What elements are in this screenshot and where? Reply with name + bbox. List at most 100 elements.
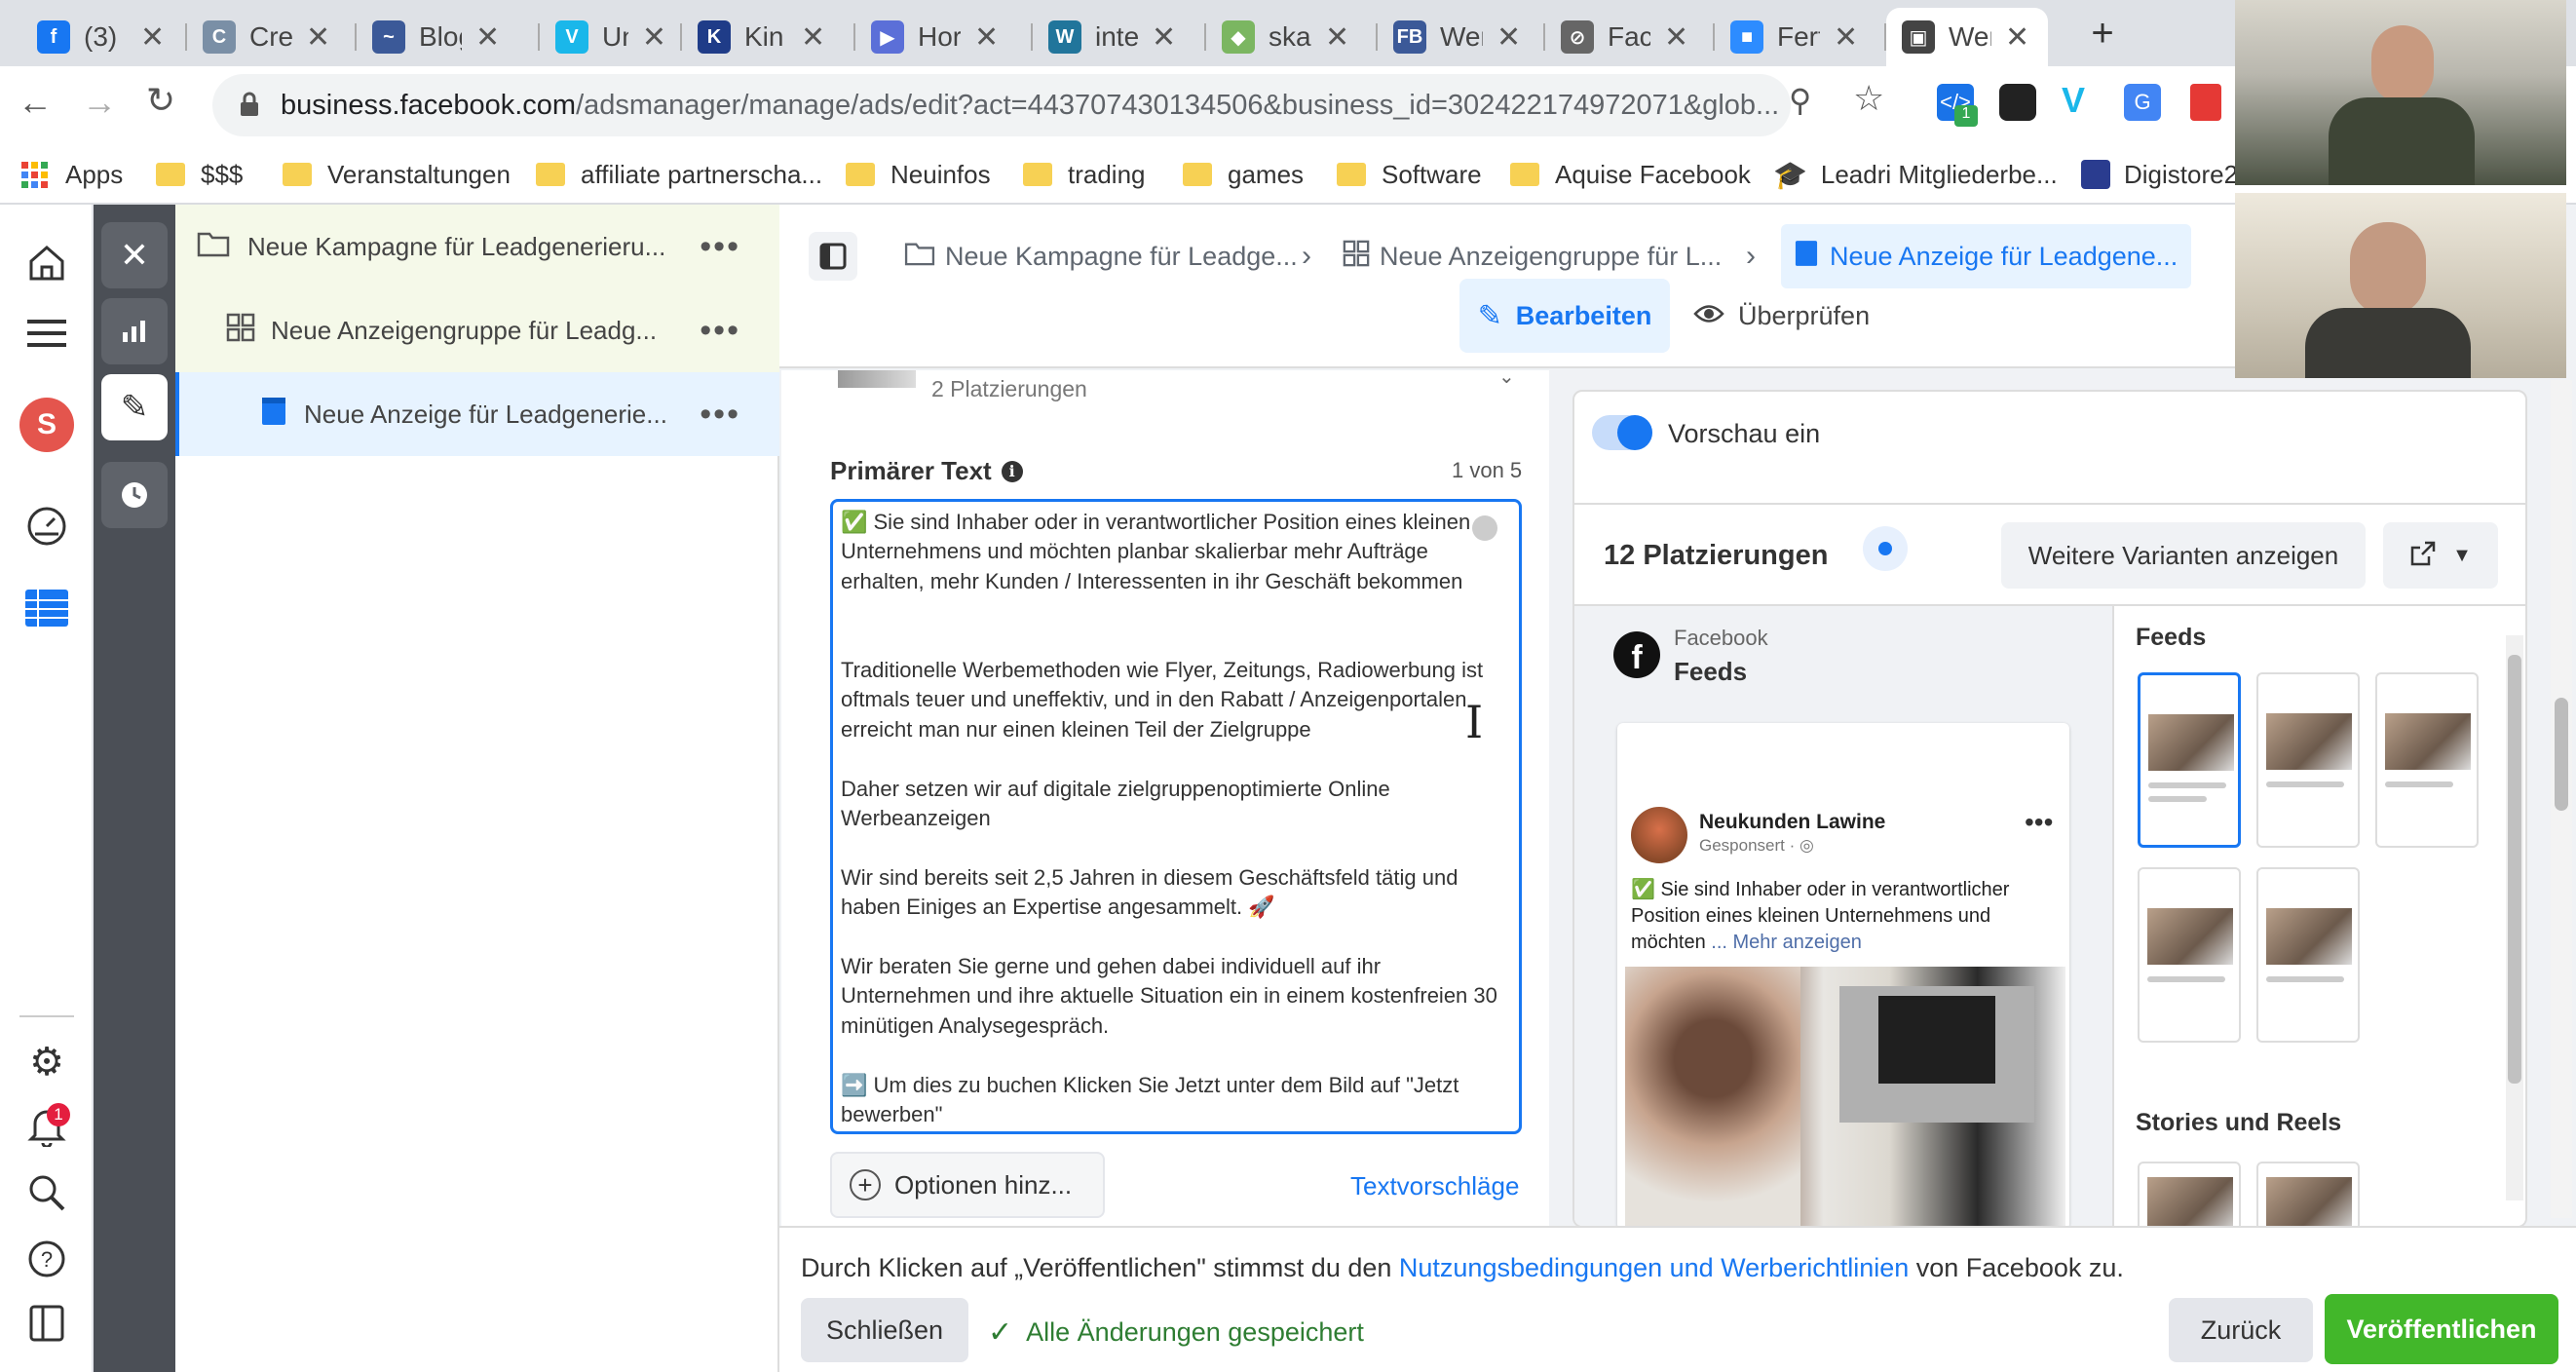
close-tab-icon[interactable]: ✕ (2005, 20, 2029, 55)
page-scrollbar[interactable] (2551, 380, 2572, 1218)
browser-tab[interactable]: ◆ ska ✕ (1206, 8, 1378, 66)
publish-button[interactable]: Veröffentlichen (2325, 1294, 2558, 1364)
forward-icon[interactable]: → (82, 82, 125, 125)
bookmark-folder[interactable]: Aquise Facebook (1510, 154, 1751, 195)
preview-toggle[interactable] (1592, 415, 1652, 450)
vimeo-extension-icon[interactable]: V (2062, 80, 2085, 121)
close-tab-icon[interactable]: ✕ (1664, 20, 1688, 55)
more-variants-button[interactable]: Weitere Varianten anzeigen (2001, 522, 2366, 589)
url-field[interactable]: business.facebook.com/adsmanager/manage/… (212, 74, 1791, 136)
close-tab-icon[interactable]: ✕ (1834, 20, 1858, 55)
close-tab-icon[interactable]: ✕ (1152, 20, 1176, 55)
open-preview-button[interactable]: ▼ (2383, 522, 2498, 589)
ads-manager-table-icon[interactable] (18, 579, 76, 637)
page-scrollbar-thumb[interactable] (2555, 698, 2568, 811)
close-tab-icon[interactable]: ✕ (475, 20, 500, 55)
more-options-icon[interactable]: ••• (700, 228, 740, 266)
add-options-button[interactable]: + Optionen hinz... (830, 1152, 1105, 1218)
feeds-heading: Feeds (2136, 624, 2207, 651)
placement-thumb-selected[interactable] (2138, 672, 2241, 848)
close-tab-icon[interactable]: ✕ (1496, 20, 1521, 55)
browser-tab[interactable]: ■ Ferti ✕ (1715, 8, 1886, 66)
bookmark-folder[interactable]: affiliate partnerscha... (536, 154, 822, 195)
close-button[interactable]: Schließen (801, 1298, 968, 1362)
scrollbar-thumb[interactable] (2508, 655, 2521, 1084)
extension-icon-5[interactable] (2190, 84, 2221, 121)
chevron-down-icon[interactable]: ⌄ (1498, 364, 1515, 389)
bookmark-folder[interactable]: Software (1337, 154, 1482, 195)
help-icon[interactable]: ? (18, 1230, 76, 1288)
close-tab-icon[interactable]: ✕ (306, 20, 330, 55)
placement-thumb[interactable] (2375, 672, 2479, 848)
info-icon[interactable]: i (1001, 460, 1023, 482)
browser-tab[interactable]: V Unv ✕ (540, 8, 682, 66)
close-tab-icon[interactable]: ✕ (642, 20, 666, 55)
star-icon[interactable]: ☆ (1853, 78, 1884, 119)
bookmark-folder[interactable]: $$$ (156, 154, 243, 195)
placement-thumb[interactable] (2256, 672, 2360, 848)
browser-tab[interactable]: Winte ✕ (1033, 8, 1206, 66)
tab-edit[interactable]: ✎ Bearbeiten (1459, 279, 1670, 353)
bookmark-leadri[interactable]: 🎓 Leadri Mitgliederbe... (1773, 154, 2058, 195)
close-icon[interactable]: ✕ (101, 222, 168, 288)
placement-thumb[interactable] (2256, 867, 2360, 1043)
browser-tab[interactable]: f (3) F ✕ (21, 8, 187, 66)
stories-thumb[interactable] (2138, 1162, 2241, 1226)
tab-favicon-icon: ▣ (1902, 20, 1935, 54)
home-icon[interactable] (18, 234, 76, 292)
tree-item-adset[interactable]: Neue Anzeigengruppe für Leadg... ••• (175, 288, 779, 372)
more-options-icon[interactable]: ••• (700, 396, 740, 434)
collapse-panel-icon[interactable] (18, 1294, 76, 1353)
close-tab-icon[interactable]: ✕ (140, 20, 165, 55)
sidebar-toggle-icon[interactable] (809, 232, 857, 281)
stories-thumb[interactable] (2256, 1162, 2360, 1226)
scrollbar[interactable] (2506, 635, 2523, 1200)
bookmark-folder[interactable]: Neuinfos (846, 154, 991, 195)
bookmark-digistore[interactable]: Digistore2 (2081, 154, 2238, 195)
back-button[interactable]: Zurück (2169, 1298, 2313, 1362)
see-more-link[interactable]: ... Mehr anzeigen (1711, 932, 1862, 953)
dashboard-gauge-icon[interactable] (18, 497, 76, 555)
breadcrumb-campaign[interactable]: Neue Kampagne für Leadge... (904, 224, 1298, 288)
more-options-icon[interactable]: ••• (700, 312, 740, 350)
close-tab-icon[interactable]: ✕ (1325, 20, 1349, 55)
terms-link[interactable]: Nutzungsbedingungen und Werberichtlinien (1399, 1253, 1909, 1282)
search-icon[interactable] (18, 1163, 76, 1222)
back-icon[interactable]: ← (18, 82, 60, 125)
charts-icon[interactable] (101, 298, 168, 364)
browser-tab[interactable]: C Crea ✕ (187, 8, 357, 66)
close-tab-icon[interactable]: ✕ (974, 20, 999, 55)
text-suggestions-link[interactable]: Textvorschläge (1350, 1171, 1519, 1201)
avatar[interactable]: S (18, 396, 76, 454)
bookmark-apps[interactable]: Apps (21, 154, 123, 195)
zoom-icon[interactable]: ⚲ (1789, 82, 1811, 119)
bookmark-folder[interactable]: trading (1023, 154, 1146, 195)
new-tab-button[interactable]: + (2081, 12, 2124, 55)
close-tab-icon[interactable]: ✕ (801, 20, 825, 55)
browser-tab[interactable]: K Kin ✕ (682, 8, 855, 66)
translate-extension-icon[interactable]: G (2124, 84, 2161, 121)
placement-thumb[interactable] (2138, 867, 2241, 1043)
browser-tab[interactable]: ▶ Hor ✕ (855, 8, 1033, 66)
breadcrumb-label: Neue Kampagne für Leadge... (945, 241, 1298, 271)
bell-icon[interactable] (18, 1097, 76, 1156)
bookmark-folder[interactable]: Veranstaltungen (283, 154, 511, 195)
extension-icon-2[interactable] (1999, 84, 2036, 121)
reload-icon[interactable]: ↻ (146, 80, 189, 123)
edit-pencil-icon[interactable]: ✎ (101, 374, 168, 440)
gear-icon[interactable]: ⚙ (18, 1033, 76, 1091)
browser-tab[interactable]: ~ Blog ✕ (357, 8, 540, 66)
tree-item-ad[interactable]: Neue Anzeige für Leadgenerie... ••• (175, 372, 779, 456)
post-more-icon[interactable]: ••• (2025, 807, 2053, 838)
tree-item-campaign[interactable]: Neue Kampagne für Leadgenerieru... ••• (175, 205, 779, 288)
browser-tab[interactable]: FB Wer ✕ (1378, 8, 1545, 66)
browser-tab[interactable]: ▣ Wer ✕ (1886, 8, 2048, 66)
emoji-picker-icon[interactable] (1472, 515, 1497, 541)
primary-text-input[interactable]: ✅ Sie sind Inhaber oder in verantwortlic… (830, 499, 1522, 1134)
history-clock-icon[interactable] (101, 462, 168, 528)
browser-tab[interactable]: ⊘ Face ✕ (1545, 8, 1715, 66)
bookmark-folder[interactable]: games (1183, 154, 1304, 195)
menu-icon[interactable] (18, 304, 76, 362)
editor-header: Neue Kampagne für Leadge... › Neue Anzei… (779, 205, 2235, 368)
tab-review[interactable]: Überprüfen (1693, 279, 1870, 353)
